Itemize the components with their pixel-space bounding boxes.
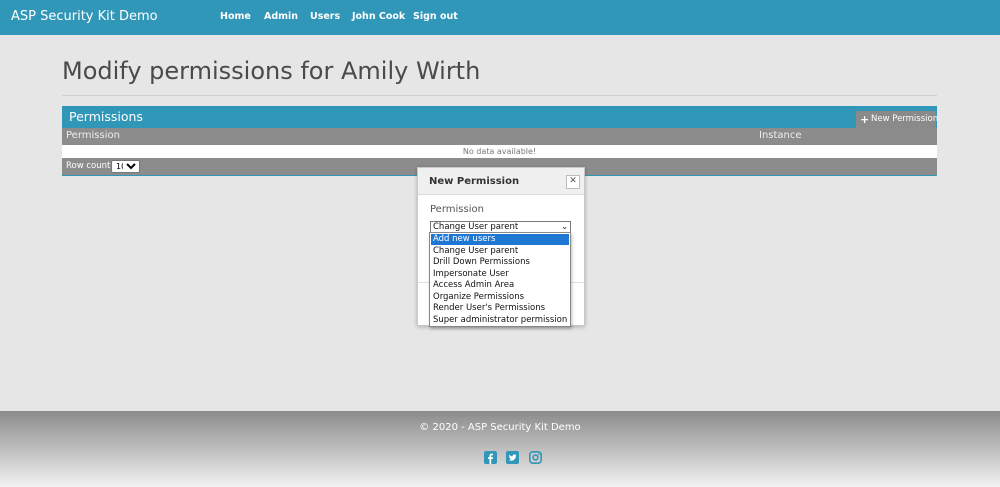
new-permission-label: New Permission	[871, 114, 939, 124]
option-access-admin-area[interactable]: Access Admin Area	[431, 280, 569, 291]
row-count-label: Row count:	[66, 161, 114, 171]
table-header: Permission Instance	[62, 128, 937, 145]
page-title: Modify permissions for Amily Wirth	[62, 57, 481, 85]
nav-home[interactable]: Home	[220, 11, 251, 22]
option-render-users-permissions[interactable]: Render User's Permissions	[431, 303, 569, 314]
nav-sign-out[interactable]: Sign out	[413, 11, 458, 22]
title-divider	[62, 95, 937, 96]
nav-admin[interactable]: Admin	[264, 11, 298, 22]
row-count-select[interactable]: 10	[111, 160, 140, 173]
close-icon[interactable]: ✕	[566, 175, 580, 189]
new-permission-button[interactable]: + New Permission	[856, 111, 939, 128]
instagram-icon[interactable]	[529, 451, 542, 464]
plus-icon: +	[860, 113, 870, 126]
dialog-title: New Permission	[429, 176, 520, 187]
column-permission[interactable]: Permission	[66, 130, 120, 141]
empty-message: No data available!	[62, 145, 937, 158]
nav-user-name[interactable]: John Cook	[352, 11, 405, 22]
permission-dropdown-list: Add new users Change User parent Drill D…	[429, 232, 571, 327]
page-footer: © 2020 - ASP Security Kit Demo	[0, 411, 1000, 487]
dialog-header: New Permission ✕	[418, 168, 584, 195]
permission-label: Permission	[430, 204, 484, 215]
panel-header: Permissions + New Permission	[62, 106, 939, 128]
chevron-down-icon: ⌄	[561, 222, 568, 231]
option-add-new-users[interactable]: Add new users	[431, 234, 569, 245]
option-change-user-parent[interactable]: Change User parent	[431, 246, 569, 257]
column-instance[interactable]: Instance	[759, 130, 802, 141]
option-super-administrator[interactable]: Super administrator permission	[431, 315, 569, 326]
twitter-icon[interactable]	[506, 451, 519, 464]
permissions-panel: Permissions + New Permission Permission …	[62, 106, 939, 176]
option-organize-permissions[interactable]: Organize Permissions	[431, 292, 569, 303]
navbar: ASP Security Kit Demo Home Admin Users J…	[0, 0, 1000, 35]
copyright-text: © 2020 - ASP Security Kit Demo	[419, 422, 581, 433]
panel-title: Permissions	[69, 109, 143, 124]
option-impersonate-user[interactable]: Impersonate User	[431, 269, 569, 280]
facebook-icon[interactable]	[484, 451, 497, 464]
brand-link[interactable]: ASP Security Kit Demo	[11, 9, 158, 24]
option-drill-down-permissions[interactable]: Drill Down Permissions	[431, 257, 569, 268]
nav-users[interactable]: Users	[310, 11, 340, 22]
